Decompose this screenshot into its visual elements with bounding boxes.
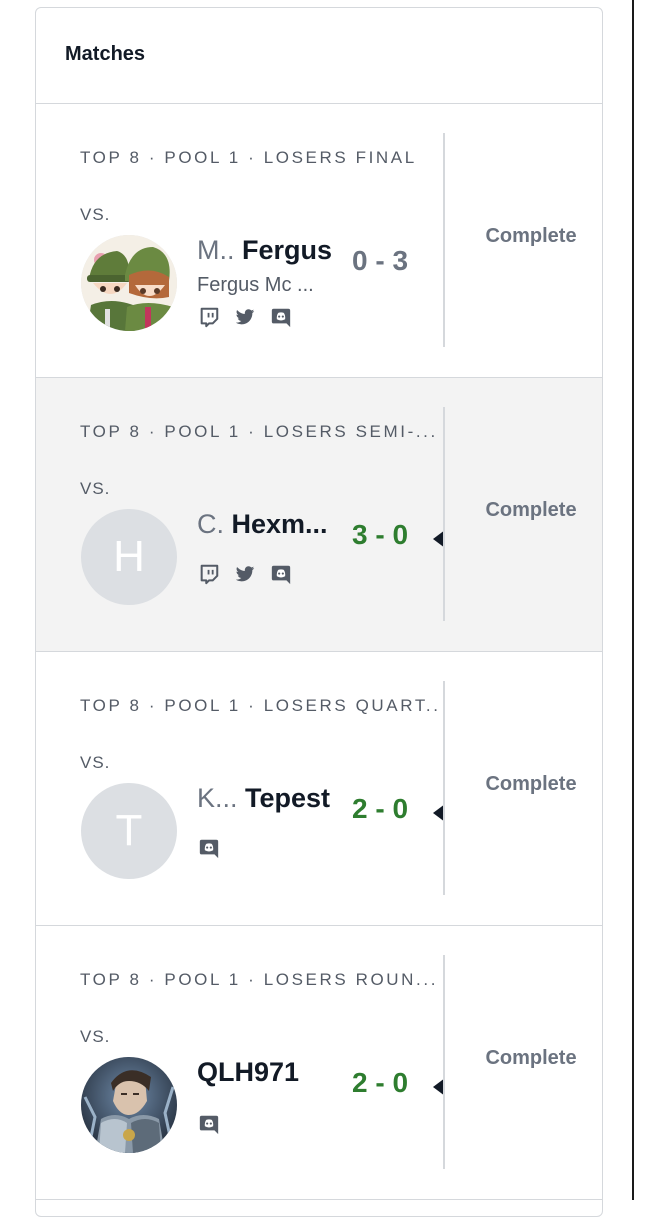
discord-icon[interactable] xyxy=(269,305,293,329)
avatar[interactable] xyxy=(81,235,177,331)
divider xyxy=(443,955,445,1169)
real-name: Fergus Mc ... xyxy=(197,274,314,296)
match-row[interactable]: TOP 8 · POOL 1 · LOSERS ROUN... VS. QLH9… xyxy=(36,926,602,1200)
player-name[interactable]: M.. Fergus xyxy=(197,235,335,275)
divider xyxy=(443,133,445,347)
twitter-icon[interactable] xyxy=(233,305,257,329)
social-links xyxy=(197,305,293,329)
vs-label: VS. xyxy=(80,753,111,772)
avatar-letter: T xyxy=(115,806,143,855)
vs-label: VS. xyxy=(80,1027,111,1046)
divider xyxy=(443,681,445,895)
player-name[interactable]: C. Hexm... xyxy=(197,509,335,549)
vs-label: VS. xyxy=(80,205,111,224)
panel-header: Matches xyxy=(36,8,602,104)
gamertag: Fergus xyxy=(242,235,333,265)
match-row[interactable]: TOP 8 · POOL 1 · LOSERS QUART... VS. T K… xyxy=(36,652,602,926)
match-status: Complete xyxy=(485,499,577,521)
match-status: Complete xyxy=(485,1047,577,1069)
match-score: 2 - 0 xyxy=(352,793,409,824)
twitter-icon[interactable] xyxy=(233,562,257,586)
social-links xyxy=(197,562,293,586)
vs-label: VS. xyxy=(80,479,111,498)
sponsor-prefix: C. xyxy=(197,509,224,539)
discord-icon[interactable] xyxy=(197,836,221,860)
avatar[interactable] xyxy=(81,1057,177,1153)
round-title: TOP 8 · POOL 1 · LOSERS SEMI-... xyxy=(80,422,438,441)
anime-portrait-image xyxy=(81,235,177,331)
round-title: TOP 8 · POOL 1 · LOSERS QUART... xyxy=(80,696,442,715)
twitch-icon[interactable] xyxy=(197,305,221,329)
gamertag: Hexm... xyxy=(231,509,328,539)
armored-character-portrait-image xyxy=(81,1057,177,1153)
sponsor-prefix: M.. xyxy=(197,235,235,265)
avatar[interactable]: H xyxy=(81,509,177,605)
match-score: 3 - 0 xyxy=(352,519,409,550)
panel-title: Matches xyxy=(65,43,146,65)
gamertag: QLH971 xyxy=(197,1057,300,1087)
match-row[interactable]: TOP 8 · POOL 1 · LOSERS FINAL VS. M.. Fe… xyxy=(36,104,602,378)
match-score: 2 - 0 xyxy=(352,1067,409,1098)
round-title: TOP 8 · POOL 1 · LOSERS ROUN... xyxy=(80,970,439,989)
discord-icon[interactable] xyxy=(197,1112,221,1136)
player-name[interactable]: K... Tepest xyxy=(197,783,335,823)
divider xyxy=(443,407,445,621)
social-links xyxy=(197,1112,221,1136)
avatar[interactable]: T xyxy=(81,783,177,879)
match-status: Complete xyxy=(485,225,577,247)
match-row[interactable]: TOP 8 · POOL 1 · LOSERS SEMI-... VS. H C… xyxy=(36,378,602,652)
discord-icon[interactable] xyxy=(269,562,293,586)
round-title: TOP 8 · POOL 1 · LOSERS FINAL xyxy=(80,148,417,167)
match-score: 0 - 3 xyxy=(352,245,409,276)
match-status: Complete xyxy=(485,773,577,795)
social-links xyxy=(197,836,221,860)
window-edge xyxy=(632,0,634,1200)
twitch-icon[interactable] xyxy=(197,562,221,586)
avatar-letter: H xyxy=(113,532,145,581)
gamertag: Tepest xyxy=(245,783,331,813)
matches-panel: Matches TOP 8 · POOL 1 · LOSERS FINAL VS… xyxy=(35,7,603,1217)
player-name[interactable]: QLH971 xyxy=(197,1057,335,1097)
sponsor-prefix: K... xyxy=(197,783,238,813)
